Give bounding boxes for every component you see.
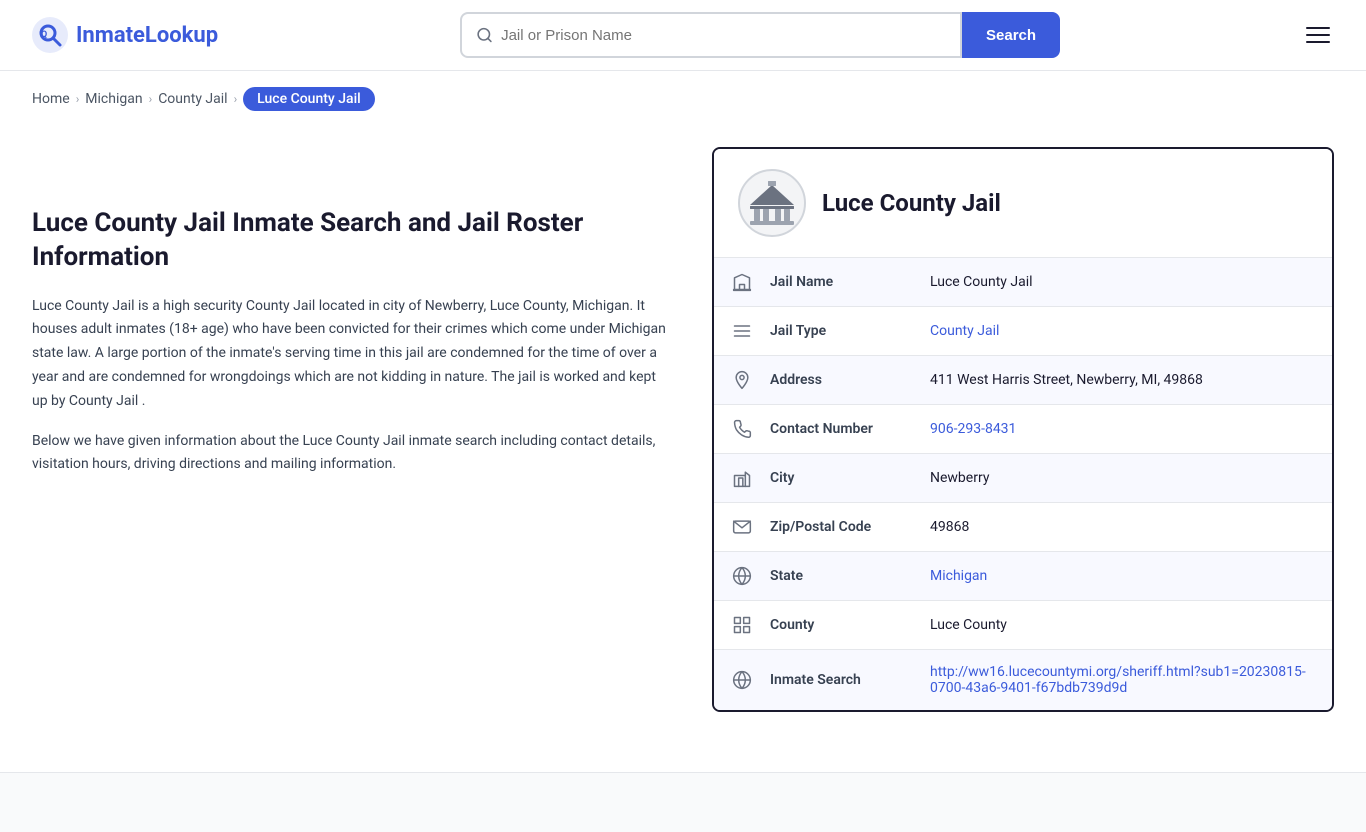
- search-globe-icon: [714, 656, 770, 704]
- info-label: Zip/Postal Code: [770, 505, 930, 549]
- info-card: Luce County Jail Jail NameLuce County Ja…: [712, 147, 1334, 712]
- breadcrumb-sep-1: ›: [76, 92, 80, 106]
- info-row: CountyLuce County: [714, 601, 1332, 650]
- search-input-wrapper: [460, 12, 962, 58]
- info-row: Inmate Searchhttp://ww16.lucecountymi.or…: [714, 650, 1332, 710]
- info-label: Jail Name: [770, 260, 930, 304]
- building-icon: [714, 258, 770, 306]
- info-value: Luce County: [930, 603, 1332, 647]
- breadcrumb: Home › Michigan › County Jail › Luce Cou…: [0, 71, 1366, 127]
- info-value[interactable]: County Jail: [930, 309, 1332, 353]
- info-value: Luce County Jail: [930, 260, 1332, 304]
- menu-line-2: [1306, 34, 1330, 36]
- mail-icon: [714, 503, 770, 551]
- search-icon: [476, 26, 493, 44]
- menu-button[interactable]: [1302, 23, 1334, 47]
- menu-line-3: [1306, 41, 1330, 43]
- search-button[interactable]: Search: [962, 12, 1060, 58]
- location-icon: [714, 356, 770, 404]
- info-value-link[interactable]: 906-293-8431: [930, 421, 1016, 437]
- left-panel: Luce County Jail Inmate Search and Jail …: [32, 147, 672, 712]
- info-row: StateMichigan: [714, 552, 1332, 601]
- menu-line-1: [1306, 27, 1330, 29]
- info-label: Inmate Search: [770, 658, 930, 702]
- svg-text:Q: Q: [41, 30, 47, 40]
- phone-icon: [714, 405, 770, 453]
- page-desc-1: Luce County Jail is a high security Coun…: [32, 295, 672, 414]
- info-value: Newberry: [930, 456, 1332, 500]
- info-label: Jail Type: [770, 309, 930, 353]
- info-value-link[interactable]: County Jail: [930, 323, 999, 339]
- info-value[interactable]: http://ww16.lucecountymi.org/sheriff.htm…: [930, 650, 1332, 710]
- page-desc-2: Below we have given information about th…: [32, 430, 672, 478]
- info-row: Jail NameLuce County Jail: [714, 258, 1332, 307]
- info-row: Contact Number906-293-8431: [714, 405, 1332, 454]
- header: Q InmateLookup Search: [0, 0, 1366, 71]
- info-label: City: [770, 456, 930, 500]
- info-value: 411 West Harris Street, Newberry, MI, 49…: [930, 358, 1332, 402]
- info-label: Contact Number: [770, 407, 930, 451]
- breadcrumb-home[interactable]: Home: [32, 91, 70, 107]
- info-label: County: [770, 603, 930, 647]
- right-panel: Luce County Jail Jail NameLuce County Ja…: [712, 147, 1334, 712]
- jail-card-title: Luce County Jail: [822, 189, 1001, 217]
- info-label: State: [770, 554, 930, 598]
- info-row: CityNewberry: [714, 454, 1332, 503]
- info-row: Jail TypeCounty Jail: [714, 307, 1332, 356]
- list-icon: [714, 307, 770, 355]
- breadcrumb-michigan[interactable]: Michigan: [85, 91, 142, 107]
- breadcrumb-active: Luce County Jail: [243, 87, 375, 111]
- info-card-header: Luce County Jail: [714, 149, 1332, 258]
- info-label: Address: [770, 358, 930, 402]
- breadcrumb-county-jail[interactable]: County Jail: [158, 91, 227, 107]
- courthouse-icon: [746, 177, 798, 229]
- info-row: Zip/Postal Code49868: [714, 503, 1332, 552]
- jail-avatar: [738, 169, 806, 237]
- page-heading: Luce County Jail Inmate Search and Jail …: [32, 207, 672, 275]
- info-row: Address411 West Harris Street, Newberry,…: [714, 356, 1332, 405]
- info-value: 49868: [930, 505, 1332, 549]
- globe-icon: [714, 552, 770, 600]
- main-content: Luce County Jail Inmate Search and Jail …: [0, 127, 1366, 752]
- logo-text: InmateLookup: [76, 23, 218, 48]
- info-rows-container: Jail NameLuce County JailJail TypeCounty…: [714, 258, 1332, 710]
- county-icon: [714, 601, 770, 649]
- info-value-link[interactable]: Michigan: [930, 568, 987, 584]
- info-value[interactable]: Michigan: [930, 554, 1332, 598]
- info-value[interactable]: 906-293-8431: [930, 407, 1332, 451]
- info-value-link[interactable]: http://ww16.lucecountymi.org/sheriff.htm…: [930, 664, 1306, 696]
- search-input[interactable]: [501, 27, 946, 44]
- logo[interactable]: Q InmateLookup: [32, 17, 218, 53]
- breadcrumb-sep-2: ›: [149, 92, 153, 106]
- search-bar: Search: [460, 12, 1060, 58]
- footer-bar: [0, 772, 1366, 832]
- breadcrumb-sep-3: ›: [234, 92, 238, 106]
- city-icon: [714, 454, 770, 502]
- logo-icon: Q: [32, 17, 68, 53]
